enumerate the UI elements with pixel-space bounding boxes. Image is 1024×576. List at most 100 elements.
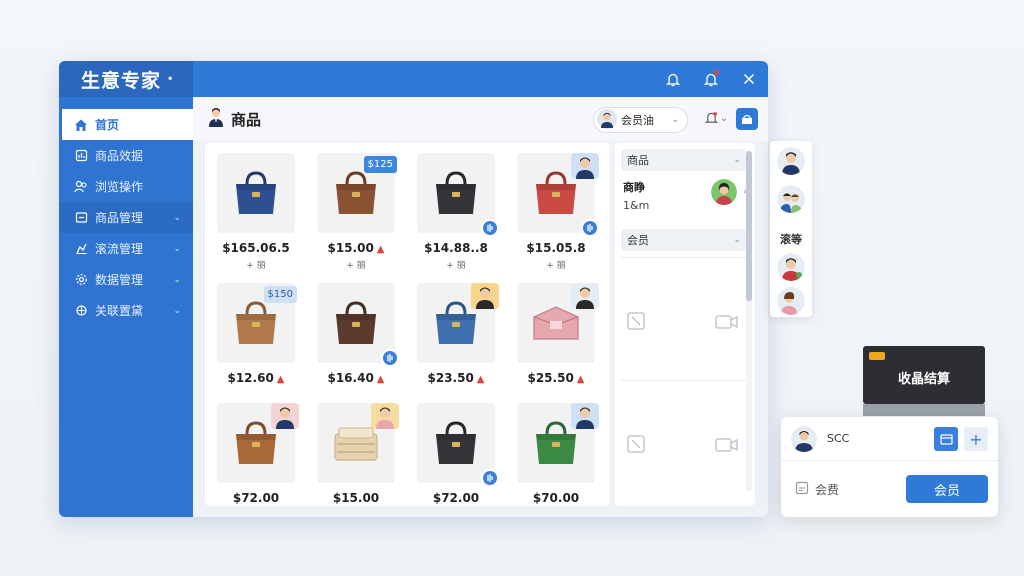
product-card[interactable]: $150 $12.60 ▲ (217, 283, 297, 385)
product-card[interactable]: $25.50 ▲ (517, 283, 599, 385)
title-bar (193, 61, 768, 97)
audio-badge-icon[interactable] (381, 349, 399, 367)
seller-avatar[interactable] (271, 403, 299, 429)
user-avatar[interactable] (777, 185, 805, 213)
user-avatar[interactable] (777, 287, 805, 315)
notification-dropdown[interactable]: ⌄ (704, 111, 728, 125)
product-card[interactable]: $72.00 (417, 403, 499, 505)
product-card[interactable]: $15.00 (317, 403, 399, 505)
checkout-label: 收晶结算 (897, 371, 950, 387)
product-image[interactable]: $125 (317, 153, 397, 233)
category-dropdown[interactable]: 商品 ⌄ (621, 149, 747, 171)
product-card[interactable]: $72.00 (217, 403, 299, 505)
product-card[interactable]: $14.88..8 + 丽 (417, 153, 499, 271)
product-price-value: $165.06.5 (222, 241, 290, 255)
fee-label: 会费 (815, 482, 840, 497)
product-price-value: $16.40 (327, 371, 374, 385)
member-dropdown[interactable]: 会员 ⌄ (621, 229, 747, 251)
price-tag: $150 (263, 286, 297, 303)
product-stock: + 丽 (446, 261, 466, 271)
chevron-down-icon: ⌄ (719, 112, 728, 124)
product-card[interactable]: $16.40 ▲ (317, 283, 399, 385)
scrollbar-thumb[interactable] (746, 151, 752, 301)
seller-avatar[interactable] (371, 403, 399, 429)
product-image[interactable] (517, 283, 599, 363)
user-selector[interactable]: 会员油 ⌄ (593, 107, 688, 133)
chart-doc-icon (73, 148, 89, 164)
product-image[interactable] (417, 403, 499, 487)
card-view-button[interactable] (934, 427, 958, 451)
member-card-footer: 会费 会员 (781, 461, 998, 517)
audio-badge-icon[interactable] (481, 469, 499, 487)
checkout-button[interactable]: 收晶结算 (863, 346, 985, 404)
add-button[interactable]: + (964, 427, 988, 451)
trend-up-icon: ▲ (376, 244, 385, 255)
bag-icon (236, 301, 276, 344)
bag-icon (336, 301, 376, 344)
sidebar-item-browse[interactable]: 浏览操作 (59, 171, 193, 202)
product-price-value: $72.00 (232, 491, 280, 505)
sidebar-item-product-data[interactable]: 商品效据 (59, 140, 193, 171)
product-price-value: $70.00 (532, 491, 580, 505)
user-avatar[interactable] (777, 147, 805, 175)
product-image[interactable] (217, 153, 295, 233)
product-image[interactable] (317, 403, 399, 483)
product-price-value: $14.88..8 (424, 241, 488, 255)
unread-dot (714, 70, 719, 75)
seller-avatar[interactable] (571, 403, 599, 429)
product-card[interactable]: $23.50 ▲ (417, 283, 499, 385)
product-card[interactable]: $15.05.8 + 丽 (517, 153, 599, 271)
selected-product[interactable]: 商睁 1&m › (621, 179, 747, 223)
product-image[interactable]: $150 (217, 283, 297, 363)
media-slot-2 (615, 387, 755, 497)
product-card[interactable]: $125 $15.00 ▲ + 丽 (317, 153, 397, 271)
sidebar-item-home[interactable]: 首页 (59, 109, 193, 140)
video-icon[interactable] (715, 314, 739, 334)
user-avatar[interactable] (777, 253, 805, 281)
image-placeholder-icon[interactable] (627, 435, 645, 457)
member-button[interactable]: 会员 (906, 475, 988, 503)
product-image[interactable] (317, 283, 399, 367)
product-image[interactable] (417, 153, 499, 237)
card-icon (939, 433, 953, 445)
product-price-value: $72.00 (432, 491, 480, 505)
product-price: $15.00 ▲ (317, 241, 395, 255)
seller-avatar[interactable] (571, 283, 599, 309)
video-icon[interactable] (715, 437, 739, 457)
sidebar-item-settings[interactable]: 关联置黛 ⌄ (59, 295, 193, 326)
close-icon[interactable] (740, 70, 758, 88)
member-card: SCC + 会费 会员 (781, 417, 998, 517)
product-price: $16.40 ▲ (317, 371, 395, 385)
bell-icon[interactable] (664, 70, 682, 88)
audio-badge-icon[interactable] (481, 219, 499, 237)
header-avatar (207, 107, 225, 131)
online-users-label: 滚等 (780, 233, 802, 246)
product-price: $15.00 (317, 491, 395, 505)
gear-icon (73, 272, 89, 288)
home-icon (73, 117, 89, 133)
product-price-value: $15.05.8 (526, 241, 586, 255)
box-icon (73, 210, 89, 226)
product-price: $23.50 ▲ (417, 371, 495, 385)
product-image[interactable] (517, 153, 599, 237)
chevron-down-icon: ⌄ (173, 274, 181, 285)
seller-avatar[interactable] (571, 153, 599, 179)
sidebar-item-flow-mgmt[interactable]: 滚流管理 ⌄ (59, 233, 193, 264)
image-placeholder-icon[interactable] (627, 312, 645, 334)
product-card[interactable]: $165.06.5 + 丽 (217, 153, 295, 271)
product-price: $25.50 ▲ (517, 371, 595, 385)
notification-icon[interactable] (702, 70, 720, 88)
member-name: SCC (827, 432, 850, 445)
sidebar-item-product-mgmt[interactable]: 商品管理 ⌄ (59, 202, 193, 233)
product-image[interactable] (517, 403, 599, 483)
product-card[interactable]: $70.00 (517, 403, 599, 505)
store-button[interactable] (736, 108, 758, 130)
category-dropdown-value: 商品 (627, 154, 649, 167)
sidebar-item-data-mgmt[interactable]: 数据管理 ⌄ (59, 264, 193, 295)
seller-avatar[interactable] (471, 283, 499, 309)
scrollbar[interactable] (746, 151, 752, 491)
audio-badge-icon[interactable] (581, 219, 599, 237)
product-image[interactable] (217, 403, 299, 483)
product-price: $14.88..8 (417, 241, 495, 255)
product-image[interactable] (417, 283, 499, 363)
